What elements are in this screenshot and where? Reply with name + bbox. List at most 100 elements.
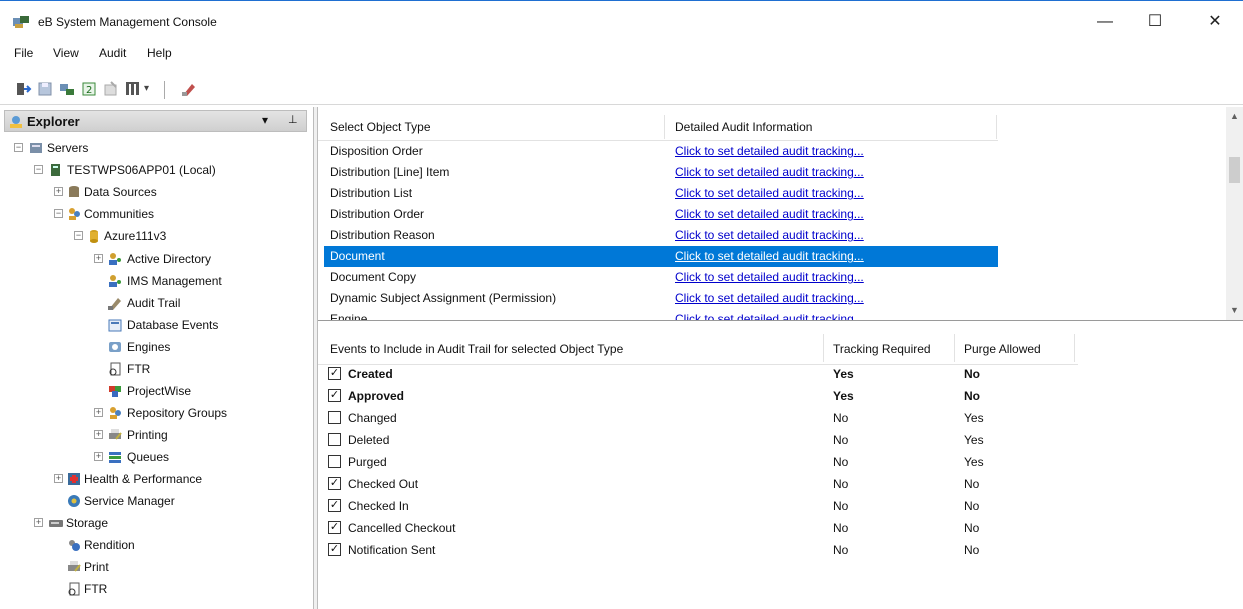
printing-icon xyxy=(109,429,122,440)
menu-help[interactable]: Help xyxy=(147,46,172,60)
event-name: Notification Sent xyxy=(348,543,436,557)
explorer-title: Explorer xyxy=(27,114,80,129)
object-type-row[interactable]: Dynamic Subject Assignment (Permission) C… xyxy=(324,288,998,309)
column-header-purge-allowed[interactable]: Purge Allowed xyxy=(964,342,1041,356)
event-row[interactable]: Changed No Yes xyxy=(318,408,1078,429)
scrollbar-thumb[interactable] xyxy=(1229,157,1240,183)
event-name: Deleted xyxy=(348,433,390,447)
event-checkbox[interactable] xyxy=(328,433,341,446)
detailed-audit-link[interactable]: Click to set detailed audit tracking... xyxy=(675,165,864,179)
tree-node-label: Printing xyxy=(127,428,168,442)
event-row[interactable]: ✓ Checked Out No No xyxy=(318,474,1078,495)
event-checkbox[interactable]: ✓ xyxy=(328,477,341,490)
expand-icon[interactable]: + xyxy=(94,408,103,417)
scroll-up-icon[interactable]: ▲ xyxy=(1226,111,1243,121)
detailed-audit-link[interactable]: Click to set detailed audit tracking... xyxy=(675,186,864,200)
expand-icon[interactable]: + xyxy=(94,254,103,263)
detailed-audit-link[interactable]: Click to set detailed audit tracking... xyxy=(675,312,864,320)
menu-view[interactable]: View xyxy=(53,46,79,60)
expand-icon[interactable]: + xyxy=(34,518,43,527)
object-type-name: Document Copy xyxy=(330,270,417,284)
collapse-icon[interactable]: − xyxy=(74,231,83,240)
detailed-audit-link[interactable]: Click to set detailed audit tracking... xyxy=(675,144,864,158)
event-name: Checked Out xyxy=(348,477,419,491)
explorer-pane: Explorer ▾ ⊥ − Servers − TESTWPS06APP01 … xyxy=(0,107,312,609)
columns-icon[interactable] xyxy=(124,80,142,98)
audit-icon[interactable] xyxy=(180,80,198,98)
expand-icon[interactable]: + xyxy=(94,452,103,461)
column-separator[interactable] xyxy=(996,115,997,139)
column-separator[interactable] xyxy=(823,334,824,362)
event-name: Created xyxy=(348,367,393,381)
detailed-audit-link[interactable]: Click to set detailed audit tracking... xyxy=(675,207,864,221)
explorer-header: Explorer ▾ ⊥ xyxy=(4,110,307,132)
object-type-row[interactable]: Distribution [Line] Item Click to set det… xyxy=(324,162,998,183)
event-checkbox[interactable] xyxy=(328,411,341,424)
tree-node-label: Data Sources xyxy=(84,185,157,199)
save-icon[interactable] xyxy=(36,80,54,98)
detailed-audit-link[interactable]: Click to set detailed audit tracking... xyxy=(675,249,864,263)
event-row[interactable]: Purged No Yes xyxy=(318,452,1078,473)
event-name: Changed xyxy=(348,411,397,425)
event-checkbox[interactable]: ✓ xyxy=(328,543,341,556)
expand-icon[interactable]: + xyxy=(54,474,63,483)
detailed-audit-link[interactable]: Click to set detailed audit tracking... xyxy=(675,291,864,305)
object-type-row[interactable]: Engine Click to set detailed audit tracki… xyxy=(324,309,998,320)
event-row[interactable]: Deleted No Yes xyxy=(318,430,1078,451)
svg-text:2: 2 xyxy=(86,85,92,96)
column-separator[interactable] xyxy=(664,115,665,139)
menu-audit[interactable]: Audit xyxy=(99,46,126,60)
data-sources-icon xyxy=(69,186,79,197)
detailed-audit-link[interactable]: Click to set detailed audit tracking... xyxy=(675,270,864,284)
expand-icon[interactable]: + xyxy=(54,187,63,196)
event-checkbox[interactable]: ✓ xyxy=(328,521,341,534)
column-separator[interactable] xyxy=(1074,334,1075,362)
tree-node-label: Queues xyxy=(127,450,170,464)
event-checkbox[interactable] xyxy=(328,455,341,468)
object-type-row[interactable]: Distribution Order Click to set detailed … xyxy=(324,204,998,225)
object-type-row[interactable]: Document Click to set detailed audit trac… xyxy=(324,246,998,267)
refresh-icon[interactable]: 2 xyxy=(80,80,98,98)
minimize-button[interactable]: — xyxy=(1090,11,1120,33)
collapse-icon[interactable]: − xyxy=(54,209,63,218)
detailed-audit-link[interactable]: Click to set detailed audit tracking... xyxy=(675,228,864,242)
column-header-object-type[interactable]: Select Object Type xyxy=(330,120,431,134)
menu-file[interactable]: File xyxy=(14,46,33,60)
explorer-icon xyxy=(10,116,22,128)
column-separator[interactable] xyxy=(954,334,955,362)
object-type-row[interactable]: Disposition Order Click to set detailed a… xyxy=(324,141,998,162)
event-row[interactable]: ✓ Notification Sent No No xyxy=(318,540,1078,561)
collapse-icon[interactable]: − xyxy=(14,143,23,152)
event-row[interactable]: ✓ Cancelled Checkout No No xyxy=(318,518,1078,539)
event-row[interactable]: ✓ Approved Yes No xyxy=(318,386,1078,407)
event-row[interactable]: ✓ Created Yes No xyxy=(318,364,1078,385)
event-row[interactable]: ✓ Checked In No No xyxy=(318,496,1078,517)
collapse-icon[interactable]: − xyxy=(34,165,43,174)
expand-icon[interactable]: + xyxy=(94,430,103,439)
object-type-row[interactable]: Document Copy Click to set detailed audit… xyxy=(324,267,998,288)
purge-allowed-value: Yes xyxy=(964,411,984,425)
event-name: Checked In xyxy=(348,499,409,513)
object-type-row[interactable]: Distribution List Click to set detailed a… xyxy=(324,183,998,204)
object-type-row[interactable]: Distribution Reason Click to set detailed… xyxy=(324,225,998,246)
pin-icon[interactable]: ⊥ xyxy=(288,113,298,126)
tree-node-label: Service Manager xyxy=(84,494,175,508)
columns-dropdown-icon[interactable]: ▾ xyxy=(144,83,149,94)
maximize-button[interactable]: ☐ xyxy=(1140,11,1170,33)
tree-node-label: Servers xyxy=(47,141,89,155)
scroll-down-icon[interactable]: ▼ xyxy=(1226,305,1243,315)
column-header-tracking-required[interactable]: Tracking Required xyxy=(833,342,931,356)
tree-node-label: FTR xyxy=(84,582,108,596)
event-checkbox[interactable]: ✓ xyxy=(328,367,341,380)
properties-icon[interactable] xyxy=(102,80,120,98)
vertical-scrollbar[interactable]: ▲ ▼ xyxy=(1226,107,1243,320)
event-checkbox[interactable]: ✓ xyxy=(328,499,341,512)
database-events-icon xyxy=(108,319,122,332)
explorer-dropdown-icon[interactable]: ▾ xyxy=(262,113,268,127)
column-header-audit-info[interactable]: Detailed Audit Information xyxy=(675,120,812,134)
exit-icon[interactable] xyxy=(14,80,32,98)
event-checkbox[interactable]: ✓ xyxy=(328,389,341,402)
column-header-events[interactable]: Events to Include in Audit Trail for sel… xyxy=(330,342,623,356)
close-button[interactable]: ✕ xyxy=(1200,11,1230,33)
connect-icon[interactable] xyxy=(58,80,76,98)
